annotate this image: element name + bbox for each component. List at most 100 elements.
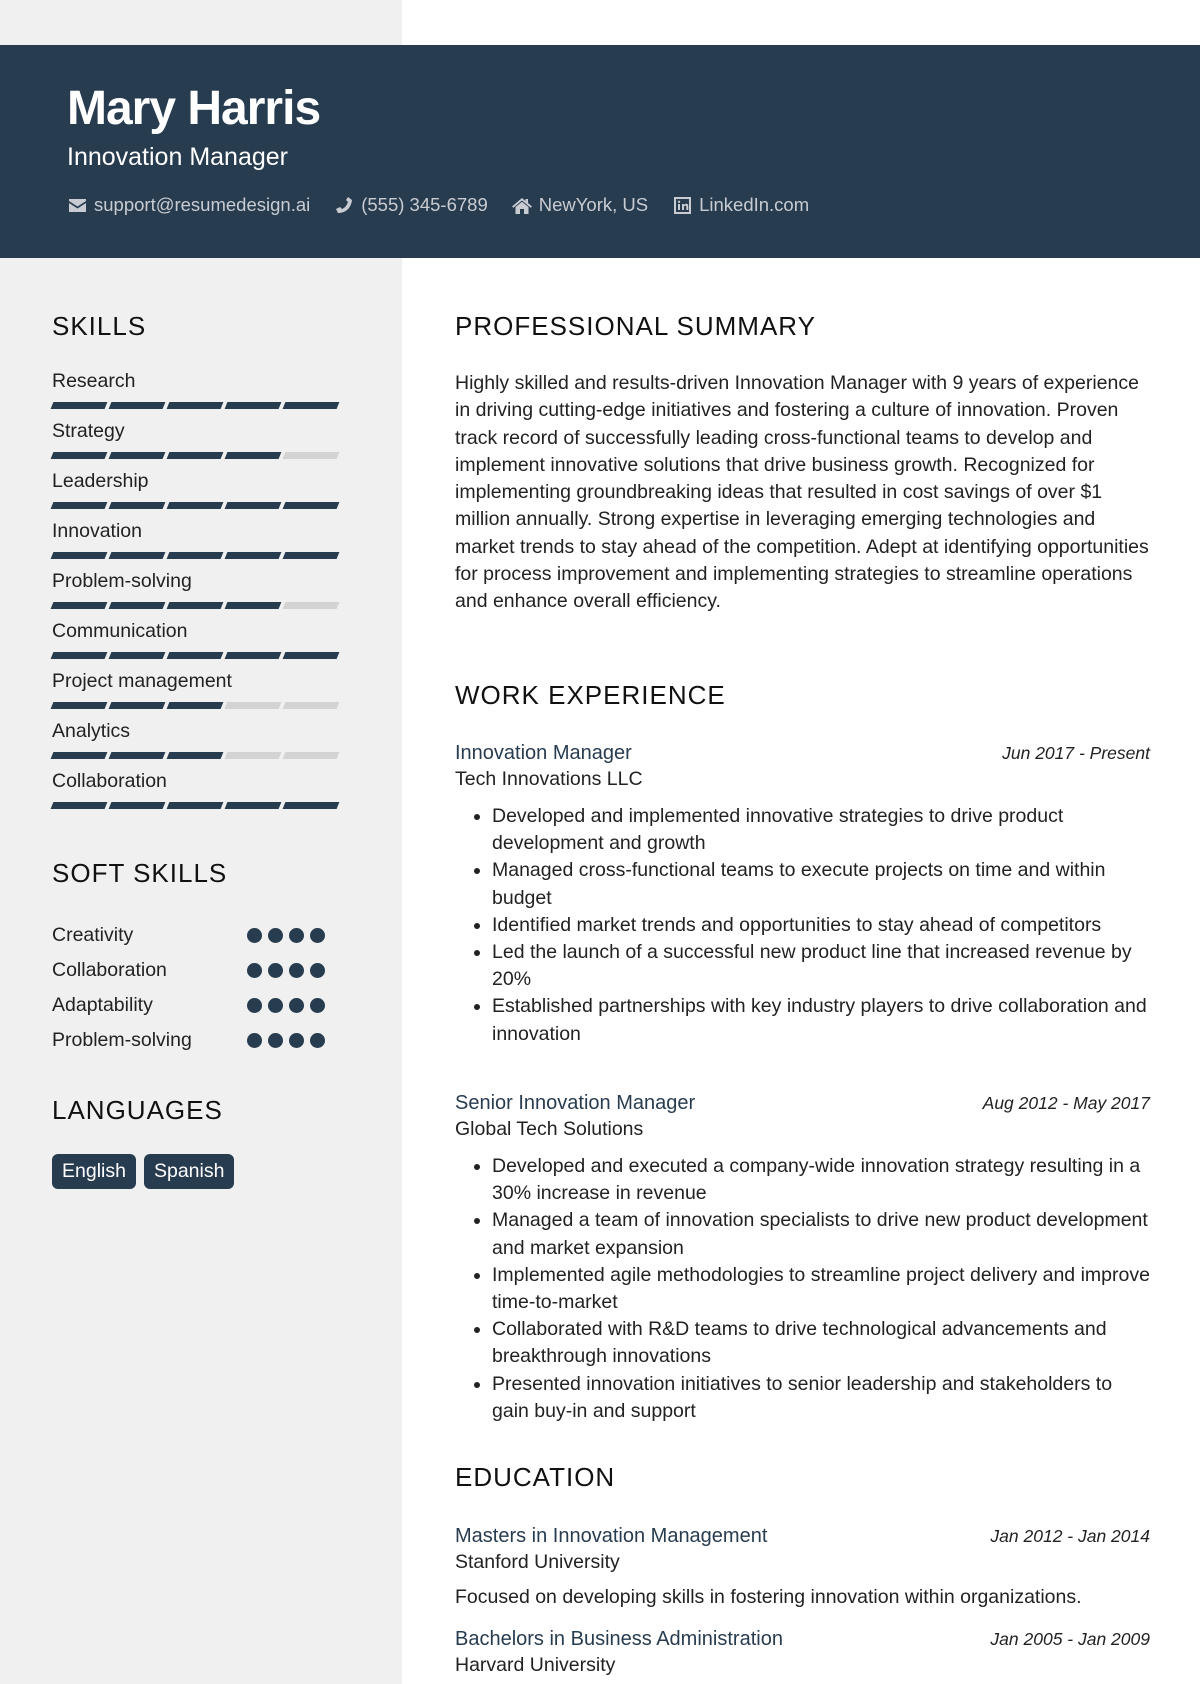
rating-dot-filled	[289, 928, 304, 943]
skill-item: Leadership	[50, 470, 352, 520]
skill-segment-filled	[50, 752, 108, 759]
skill-segment-filled	[50, 802, 108, 809]
soft-skill-rating	[247, 998, 331, 1013]
rating-dot-filled	[310, 1033, 325, 1048]
skill-segment-filled	[108, 552, 166, 559]
skill-segment-filled	[224, 402, 282, 409]
envelope-icon	[67, 195, 87, 215]
skills-list: Research Strategy Leadership Innovation Prob…	[50, 370, 352, 820]
skill-label: Project management	[52, 670, 232, 692]
contact-email-text: support@resumedesign.ai	[94, 194, 311, 215]
skill-item: Research	[50, 370, 352, 420]
skill-label: Innovation	[52, 520, 142, 542]
skill-level-bar	[50, 552, 352, 559]
contact-location: NewYork, US	[511, 194, 648, 216]
skill-level-bar	[50, 602, 352, 609]
skill-segment-filled	[166, 702, 224, 709]
summary-heading: PROFESSIONAL SUMMARY	[455, 311, 816, 341]
rating-dot-filled	[310, 928, 325, 943]
languages-list: English Spanish	[52, 1154, 242, 1189]
contact-email[interactable]: support@resumedesign.ai	[67, 194, 310, 216]
skill-segment-filled	[108, 452, 166, 459]
skill-item: Collaboration	[50, 770, 352, 820]
skill-segment-filled	[166, 752, 224, 759]
rating-dot-filled	[310, 963, 325, 978]
soft-skill-label: Problem-solving	[52, 1029, 192, 1051]
contact-phone[interactable]: (555) 345-6789	[334, 194, 488, 216]
skill-segment-filled	[108, 502, 166, 509]
skill-segment-filled	[166, 652, 224, 659]
skill-segment-filled	[224, 652, 282, 659]
soft-skills-heading: SOFT SKILLS	[52, 858, 228, 888]
skill-segment-filled	[282, 652, 340, 659]
job-bullet: Led the launch of a successful new produ…	[492, 939, 1150, 993]
skill-segment-filled	[224, 802, 282, 809]
skill-level-bar	[50, 702, 352, 709]
job-bullet: Developed and executed a company-wide in…	[492, 1153, 1150, 1207]
skill-segment-filled	[224, 452, 282, 459]
soft-skill-item: Creativity	[52, 918, 352, 953]
soft-skills-list: Creativity Collaboration Adaptability Probl…	[52, 918, 352, 1058]
rating-dot-filled	[247, 928, 262, 943]
skill-segment-empty	[282, 452, 340, 459]
job-bullet: Identified market trends and opportuniti…	[492, 912, 1150, 939]
skill-level-bar	[50, 652, 352, 659]
phone-icon	[334, 195, 354, 215]
contact-phone-text: (555) 345-6789	[361, 194, 488, 215]
rating-dot-filled	[268, 1033, 283, 1048]
job-bullet: Managed cross-functional teams to execut…	[492, 857, 1150, 911]
job-bullet: Established partnerships with key indust…	[492, 993, 1150, 1047]
job-bullet: Developed and implemented innovative str…	[492, 803, 1150, 857]
job-bullet: Collaborated with R&D teams to drive tec…	[492, 1316, 1150, 1370]
job-entry: Innovation Manager Jun 2017 - Present Te…	[455, 742, 1150, 1048]
resume-header: Mary Harris Innovation Manager support@r…	[0, 45, 1200, 258]
skill-segment-filled	[224, 502, 282, 509]
education-description: Focused on developing skills in fosterin…	[455, 1586, 1082, 1608]
rating-dot-filled	[247, 1033, 262, 1048]
skill-label: Leadership	[52, 470, 149, 492]
skill-segment-filled	[282, 552, 340, 559]
rating-dot-filled	[289, 1033, 304, 1048]
skill-segment-filled	[166, 802, 224, 809]
rating-dot-filled	[310, 998, 325, 1013]
skill-label: Strategy	[52, 420, 125, 442]
skill-label: Research	[52, 370, 136, 392]
skill-segment-filled	[50, 452, 108, 459]
skill-level-bar	[50, 752, 352, 759]
job-bullet: Presented innovation initiatives to seni…	[492, 1371, 1150, 1425]
skill-item: Project management	[50, 670, 352, 720]
rating-dot-filled	[268, 998, 283, 1013]
summary-text: Highly skilled and results-driven Innova…	[455, 372, 1149, 613]
skill-segment-filled	[108, 802, 166, 809]
job-bullets: Developed and implemented innovative str…	[455, 803, 1150, 1048]
skill-label: Collaboration	[52, 770, 167, 792]
rating-dot-filled	[268, 928, 283, 943]
education-heading: EDUCATION	[455, 1462, 616, 1492]
soft-skill-rating	[247, 928, 331, 943]
skill-segment-empty	[282, 702, 340, 709]
skill-level-bar	[50, 502, 352, 509]
candidate-name: Mary Harris	[67, 82, 321, 135]
skill-level-bar	[50, 452, 352, 459]
contact-list: support@resumedesign.ai (555) 345-6789 N…	[67, 194, 833, 216]
education-entry: Bachelors in Business Administration Jan…	[455, 1628, 1150, 1677]
soft-skill-label: Creativity	[52, 924, 134, 946]
education-date: Jan 2005 - Jan 2009	[990, 1629, 1150, 1649]
education-date: Jan 2012 - Jan 2014	[990, 1526, 1150, 1546]
skill-segment-filled	[50, 702, 108, 709]
contact-linkedin[interactable]: LinkedIn.com	[672, 194, 809, 216]
skill-item: Innovation	[50, 520, 352, 570]
skill-segment-empty	[282, 752, 340, 759]
linkedin-icon	[672, 195, 692, 215]
job-bullet: Implemented agile methodologies to strea…	[492, 1262, 1150, 1316]
soft-skill-item: Problem-solving	[52, 1023, 352, 1058]
skill-segment-filled	[224, 602, 282, 609]
soft-skill-label: Collaboration	[52, 959, 167, 981]
contact-linkedin-text: LinkedIn.com	[699, 194, 810, 215]
skill-label: Analytics	[52, 720, 131, 742]
job-bullet: Managed a team of innovation specialists…	[492, 1207, 1150, 1261]
skill-label: Problem-solving	[52, 570, 192, 592]
skill-segment-filled	[166, 602, 224, 609]
skill-segment-empty	[282, 602, 340, 609]
skill-segment-filled	[166, 402, 224, 409]
